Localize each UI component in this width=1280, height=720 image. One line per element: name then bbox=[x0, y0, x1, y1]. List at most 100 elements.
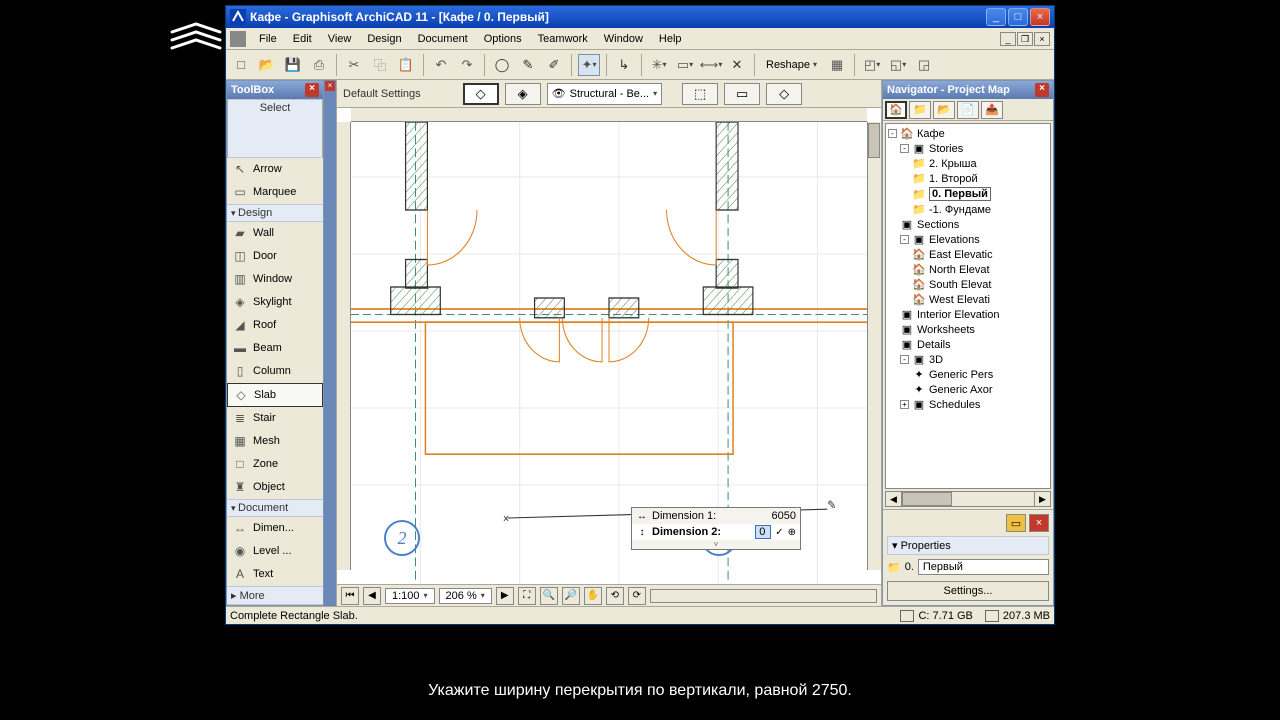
tracker-expand-icon[interactable]: ˅ bbox=[632, 540, 800, 549]
tool-marquee[interactable]: ▭Marquee bbox=[227, 181, 323, 204]
navigator-tree[interactable]: -🏠Кафе -▣Stories 📁2. Крыша 📁1. Второй 📁0… bbox=[885, 123, 1051, 489]
tool-cancel[interactable]: ✕ bbox=[726, 54, 748, 76]
save-button[interactable]: 💾 bbox=[282, 54, 304, 76]
nav-tab-pub[interactable]: 📤 bbox=[981, 101, 1003, 119]
navigator-close-icon[interactable]: × bbox=[1035, 83, 1049, 97]
reshape-dropdown[interactable]: Reshape▾ bbox=[761, 56, 822, 74]
mdi-close[interactable]: × bbox=[1034, 32, 1050, 46]
nav-tab-layout[interactable]: 📂 bbox=[933, 101, 955, 119]
nav-tab-view[interactable]: 📁 bbox=[909, 101, 931, 119]
tool-dimen[interactable]: ↔Dimen... bbox=[227, 517, 323, 540]
cut-button[interactable]: ✂ bbox=[343, 54, 365, 76]
tool-door[interactable]: ◫Door bbox=[227, 245, 323, 268]
nav-tab-project[interactable]: 🏠 bbox=[885, 101, 907, 119]
tool-roof[interactable]: ◢Roof bbox=[227, 314, 323, 337]
tool-magic-wand[interactable]: ✦▾ bbox=[578, 54, 600, 76]
redo-button[interactable]: ↷ bbox=[456, 54, 478, 76]
layer-dropdown[interactable]: 👁 Structural - Be... ▾ bbox=[547, 83, 662, 105]
zoom-fit[interactable]: ⛶ bbox=[518, 587, 536, 605]
toolbox-section-more[interactable]: ▸ More bbox=[227, 586, 323, 605]
minimize-button[interactable]: _ bbox=[986, 8, 1006, 26]
tool-arrow[interactable]: ↖Arrow bbox=[227, 158, 323, 181]
zoom-out[interactable]: 🔍 bbox=[540, 587, 558, 605]
undo-button[interactable]: ↶ bbox=[430, 54, 452, 76]
tool-level[interactable]: ◉Level ... bbox=[227, 540, 323, 563]
menu-teamwork[interactable]: Teamwork bbox=[531, 31, 595, 47]
tool-column[interactable]: ▯Column bbox=[227, 360, 323, 383]
tool-text[interactable]: AText bbox=[227, 563, 323, 586]
document-icon[interactable] bbox=[230, 31, 246, 47]
prop-name-field[interactable]: Первый bbox=[918, 559, 1049, 575]
toolbox-section-document[interactable]: Document bbox=[227, 499, 323, 517]
tool-zone[interactable]: □Zone bbox=[227, 453, 323, 476]
zoom-dropdown[interactable]: 206 %▾ bbox=[439, 588, 492, 604]
view-prev[interactable]: ⟲ bbox=[606, 587, 624, 605]
tool-stair[interactable]: ≣Stair bbox=[227, 407, 323, 430]
pan[interactable]: ✋ bbox=[584, 587, 602, 605]
menu-window[interactable]: Window bbox=[597, 31, 650, 47]
menu-design[interactable]: Design bbox=[360, 31, 408, 47]
new-button[interactable]: □ bbox=[230, 54, 252, 76]
tool-layers[interactable]: ▭▾ bbox=[674, 54, 696, 76]
nav-prev[interactable]: ◀ bbox=[363, 587, 381, 605]
menu-view[interactable]: View bbox=[321, 31, 359, 47]
nav-next[interactable]: ▶ bbox=[496, 587, 514, 605]
nav-tab-book[interactable]: 📄 bbox=[957, 101, 979, 119]
prop-btn-1[interactable]: ▭ bbox=[1006, 514, 1026, 532]
nav-first[interactable]: ⏮ bbox=[341, 587, 359, 605]
toolbox-section-design[interactable]: Design bbox=[227, 204, 323, 222]
menu-options[interactable]: Options bbox=[477, 31, 529, 47]
open-button[interactable]: 📂 bbox=[256, 54, 278, 76]
tool-wall[interactable]: ▰Wall bbox=[227, 222, 323, 245]
tool-c[interactable]: ✐ bbox=[543, 54, 565, 76]
toolbox-header[interactable]: ToolBox × bbox=[227, 81, 323, 99]
default-settings-label[interactable]: Default Settings bbox=[343, 88, 421, 100]
tool-slab[interactable]: ◇Slab bbox=[227, 383, 323, 407]
tool-dim[interactable]: ⟷▾ bbox=[700, 54, 722, 76]
scrollbar-vertical[interactable] bbox=[867, 122, 881, 570]
menu-help[interactable]: Help bbox=[652, 31, 689, 47]
mdi-minimize[interactable]: _ bbox=[1000, 32, 1016, 46]
construct-mode-1[interactable]: ⬚ bbox=[682, 83, 718, 105]
scrollbar-horizontal[interactable] bbox=[650, 589, 877, 603]
tool-window[interactable]: ▥Window bbox=[227, 268, 323, 291]
scroll-thumb-v[interactable] bbox=[868, 123, 880, 158]
copy-button[interactable]: ⿻ bbox=[369, 54, 391, 76]
toolbox-collapse-strip[interactable]: × bbox=[324, 80, 336, 606]
geometry-method-1[interactable]: ◇ bbox=[463, 83, 499, 105]
tool-object[interactable]: ♜Object bbox=[227, 476, 323, 499]
prop-btn-close[interactable]: × bbox=[1029, 514, 1049, 532]
toolbox-close-icon[interactable]: × bbox=[305, 83, 319, 97]
dim2-input[interactable]: 0 bbox=[755, 525, 771, 539]
tool-a[interactable]: ◯ bbox=[491, 54, 513, 76]
tool-view1[interactable]: ◰▾ bbox=[861, 54, 883, 76]
mdi-restore[interactable]: ❐ bbox=[1017, 32, 1033, 46]
strip-close-icon[interactable]: × bbox=[325, 81, 335, 91]
tool-grid[interactable]: ✳▾ bbox=[648, 54, 670, 76]
tool-view3[interactable]: ◲ bbox=[913, 54, 935, 76]
menu-file[interactable]: File bbox=[252, 31, 284, 47]
tool-skylight[interactable]: ◈Skylight bbox=[227, 291, 323, 314]
tracker-popup[interactable]: ↔ Dimension 1: 6050 ↕ Dimension 2: 0 ✓ ⊕… bbox=[631, 507, 801, 550]
construct-mode-2[interactable]: ▭ bbox=[724, 83, 760, 105]
view-next[interactable]: ⟳ bbox=[628, 587, 646, 605]
menu-edit[interactable]: Edit bbox=[286, 31, 319, 47]
navigator-hscroll[interactable]: ◀▶ bbox=[885, 491, 1051, 507]
confirm-icon[interactable]: ✓ bbox=[775, 527, 783, 538]
print-button[interactable]: ⎙ bbox=[308, 54, 330, 76]
settings-button[interactable]: Settings... bbox=[887, 581, 1049, 601]
tool-extra[interactable]: ▦ bbox=[826, 54, 848, 76]
close-button[interactable]: × bbox=[1030, 8, 1050, 26]
navigator-header[interactable]: Navigator - Project Map × bbox=[883, 81, 1053, 99]
properties-header[interactable]: ▾ Properties bbox=[887, 536, 1049, 555]
tool-snap[interactable]: ↳ bbox=[613, 54, 635, 76]
drawing-canvas[interactable]: × ✎ 2 3 ↔ Dimension 1: 6050 ↕ bbox=[337, 108, 881, 584]
paste-button[interactable]: 📋 bbox=[395, 54, 417, 76]
tool-view2[interactable]: ◱▾ bbox=[887, 54, 909, 76]
menu-document[interactable]: Document bbox=[411, 31, 475, 47]
zoom-in[interactable]: 🔎 bbox=[562, 587, 580, 605]
target-icon[interactable]: ⊕ bbox=[788, 527, 796, 538]
scale-dropdown[interactable]: 1:100▾ bbox=[385, 588, 435, 604]
tool-mesh[interactable]: ▦Mesh bbox=[227, 430, 323, 453]
geometry-method-2[interactable]: ◈ bbox=[505, 83, 541, 105]
